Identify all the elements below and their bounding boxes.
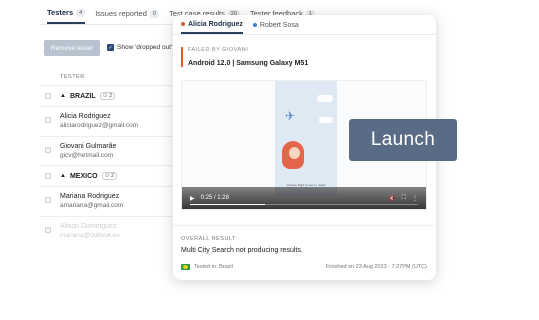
tab-label: Testers	[47, 8, 74, 17]
more-options-icon[interactable]: ⋮	[412, 195, 418, 202]
chevron-up-icon[interactable]: ▲	[60, 173, 66, 179]
brazil-flag-icon	[181, 264, 190, 270]
group-mexico[interactable]: ▲ MEXICO ⚇ 2	[60, 172, 118, 180]
video-progress-bar[interactable]	[190, 203, 418, 205]
overall-result-text: Multi City Search not producing results.	[181, 247, 303, 254]
tab-alicia-rodriguez[interactable]: Alicia Rodriguez	[181, 21, 243, 34]
result-footer: Tested in: Brazil Finished on 23 Aug 202…	[181, 264, 427, 270]
checked-checkbox-icon[interactable]: ✓	[107, 44, 114, 51]
tab-testers[interactable]: Testers 4	[47, 8, 86, 24]
tester-name: Alicia Rodriguez	[60, 113, 111, 120]
column-header-tester: TESTER	[60, 74, 85, 80]
tab-issues-reported[interactable]: Issues reported 0	[95, 8, 159, 24]
finished-timestamp: Finished on 23 Aug 2023 - 7:27PM (UTC)	[325, 264, 427, 270]
group-name: BRAZIL	[69, 92, 96, 100]
group-brazil[interactable]: ▲ BRAZIL ⚇ 2	[60, 92, 116, 100]
card-tab-label: Alicia Rodriguez	[188, 20, 243, 28]
section-divider	[173, 225, 436, 226]
row-divider	[40, 85, 180, 86]
app-screen-recording: ✈ Choose flight to see 1+ deals	[275, 81, 337, 196]
face-illustration	[289, 147, 300, 159]
tab-robert-sosa[interactable]: Robert Sosa	[252, 21, 299, 34]
row-divider	[40, 216, 180, 217]
tab-label: Issues reported	[95, 9, 147, 18]
video-time: 0:25 / 1:28	[200, 195, 229, 201]
tester-email: mariana@outlook.es	[60, 232, 120, 239]
tester-name: Giovani Gulmarãe	[60, 143, 117, 150]
table-row[interactable]: Alicia Rodriguez aliciarodriguez@gmail.c…	[60, 113, 138, 129]
cloud-icon	[319, 117, 333, 123]
row-divider	[40, 186, 180, 187]
table-row[interactable]: Mariana Rodriguez amariana@gmail.com	[60, 193, 123, 209]
row-checkbox[interactable]	[45, 147, 51, 153]
cloud-icon	[317, 95, 333, 102]
status-dot-icon	[252, 23, 257, 27]
table-row[interactable]: Alison Dominguez mariana@outlook.es	[60, 223, 120, 239]
tab-count-badge: 4	[76, 8, 86, 17]
tab-count-badge: 0	[149, 9, 159, 18]
row-checkbox[interactable]	[45, 117, 51, 123]
card-tab-label: Robert Sosa	[259, 21, 299, 29]
group-name: MEXICO	[69, 172, 98, 180]
row-checkbox[interactable]	[45, 227, 51, 233]
airplane-icon: ✈	[285, 109, 296, 123]
tester-name: Mariana Rodriguez	[60, 193, 120, 200]
tester-name: Alison Dominguez	[60, 223, 117, 230]
overall-result-label: OVERALL RESULT	[181, 236, 236, 242]
remove-tester-button[interactable]: Remove tester	[44, 40, 100, 56]
video-controls: ▶ 0:25 / 1:28 🔇 ⛶ ⋮	[182, 187, 426, 209]
tested-in: Tested in: Brazil	[194, 264, 233, 270]
chevron-up-icon[interactable]: ▲	[60, 93, 66, 99]
group-checkbox[interactable]	[45, 173, 51, 179]
fullscreen-icon[interactable]: ⛶	[402, 195, 406, 202]
row-checkbox[interactable]	[45, 197, 51, 203]
tester-tabs: Alicia Rodriguez Robert Sosa	[173, 15, 436, 35]
row-divider	[40, 136, 180, 137]
tester-email: aliciarodriguez@gmail.com	[60, 122, 139, 129]
tester-email: gicv@hetmail.com	[60, 152, 114, 159]
device-title: Android 12.0 | Samsung Galaxy M51	[188, 60, 309, 67]
play-icon[interactable]: ▶	[190, 195, 195, 202]
row-divider	[40, 165, 180, 166]
group-checkbox[interactable]	[45, 93, 51, 99]
launch-button[interactable]: Launch	[349, 119, 457, 161]
status-dot-icon	[181, 22, 185, 26]
mute-icon[interactable]: 🔇	[388, 195, 395, 202]
row-divider	[40, 106, 180, 107]
show-dropped-out-toggle[interactable]: ✓ Show 'dropped out'	[107, 44, 172, 51]
failed-section: FAILED BY GIOVANI Android 12.0 | Samsung…	[181, 47, 308, 67]
tester-email: amariana@gmail.com	[60, 202, 124, 209]
table-row[interactable]: Giovani Gulmarãe gicv@hetmail.com	[60, 143, 116, 159]
show-dropped-label: Show 'dropped out'	[117, 44, 173, 51]
failed-by-label: FAILED BY GIOVANI	[188, 47, 249, 53]
group-count-badge: ⚇ 2	[99, 92, 116, 100]
video-progress-fill	[190, 203, 266, 205]
group-count-badge: ⚇ 2	[101, 172, 118, 180]
